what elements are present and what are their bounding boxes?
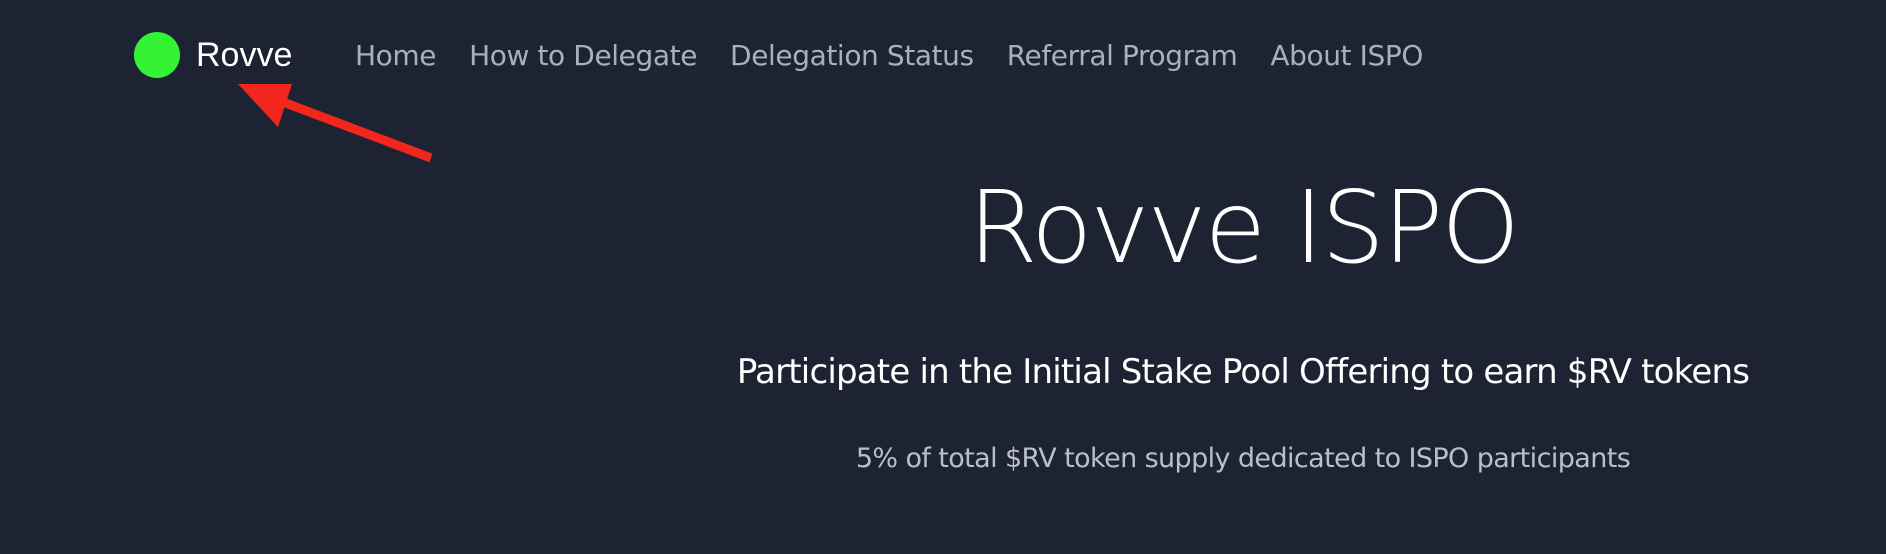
- nav-item-about-ispo[interactable]: About ISPO: [1270, 39, 1423, 72]
- hero-title: Rovve ISPO: [968, 169, 1520, 286]
- nav-item-how-to-delegate[interactable]: How to Delegate: [469, 39, 697, 72]
- brand-logo-link[interactable]: Rovve: [134, 32, 292, 78]
- main-nav: Home How to Delegate Delegation Status R…: [355, 32, 1423, 78]
- nav-item-referral-program[interactable]: Referral Program: [1007, 39, 1238, 72]
- nav-item-delegation-status[interactable]: Delegation Status: [730, 39, 974, 72]
- annotation-arrow-shaft: [273, 94, 433, 163]
- annotation-arrow-head: [238, 84, 292, 127]
- nav-item-home[interactable]: Home: [355, 39, 436, 72]
- hero-note: 5% of total $RV token supply dedicated t…: [855, 443, 1631, 474]
- brand-name: Rovve: [196, 36, 293, 74]
- hero-subtitle: Participate in the Initial Stake Pool Of…: [736, 352, 1750, 392]
- brand-logo-dot-icon: [134, 32, 180, 78]
